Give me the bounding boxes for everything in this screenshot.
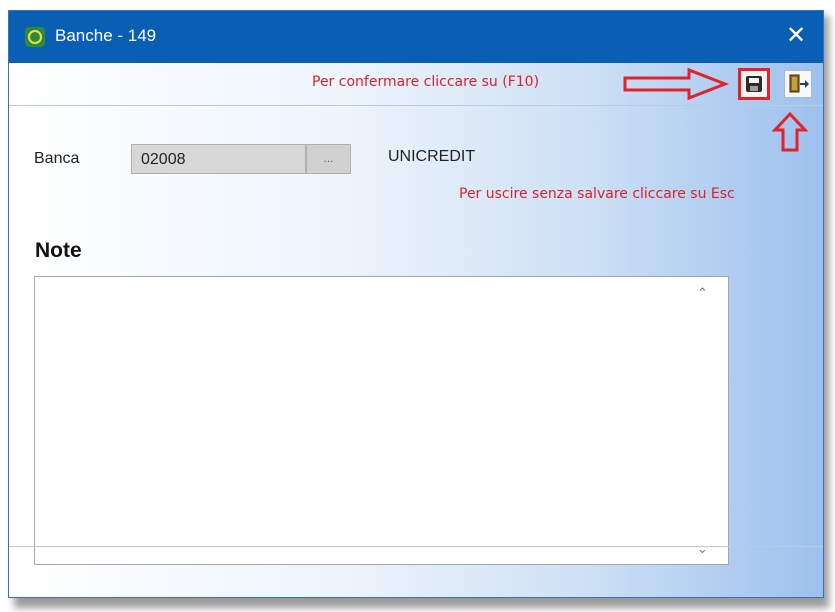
note-label: Note <box>35 239 82 262</box>
dialog-body: Per confermare cliccare su (F10) Banca 0… <box>9 63 823 597</box>
bank-name: UNICREDIT <box>388 148 476 165</box>
arrow-right-icon <box>623 67 730 101</box>
bank-code-field[interactable]: 02008 <box>131 144 306 174</box>
confirm-hint: Per confermare cliccare su (F10) <box>312 74 540 90</box>
close-button[interactable]: ✕ <box>779 19 813 53</box>
escape-hint: Per uscire senza salvare cliccare su Esc <box>459 186 735 202</box>
status-bar <box>9 546 823 597</box>
toolbar: Per confermare cliccare su (F10) <box>9 63 823 106</box>
note-textarea[interactable] <box>34 276 729 565</box>
window-title: Banche - 149 <box>55 26 157 45</box>
floppy-disk-icon <box>746 76 762 92</box>
bank-label: Banca <box>34 150 80 167</box>
scroll-up-icon[interactable]: ⌃ <box>697 285 708 301</box>
arrow-up-icon <box>772 111 808 152</box>
title-bar: Banche - 149 ✕ <box>9 11 823 63</box>
bank-lookup-button[interactable]: ... <box>306 144 351 174</box>
save-button[interactable] <box>738 68 770 100</box>
exit-button[interactable] <box>784 70 812 98</box>
dialog-window: Banche - 149 ✕ Per confermare cliccare s… <box>8 10 824 598</box>
app-logo-icon <box>25 27 45 47</box>
toolbar-divider <box>9 105 823 106</box>
exit-door-icon <box>789 74 809 93</box>
